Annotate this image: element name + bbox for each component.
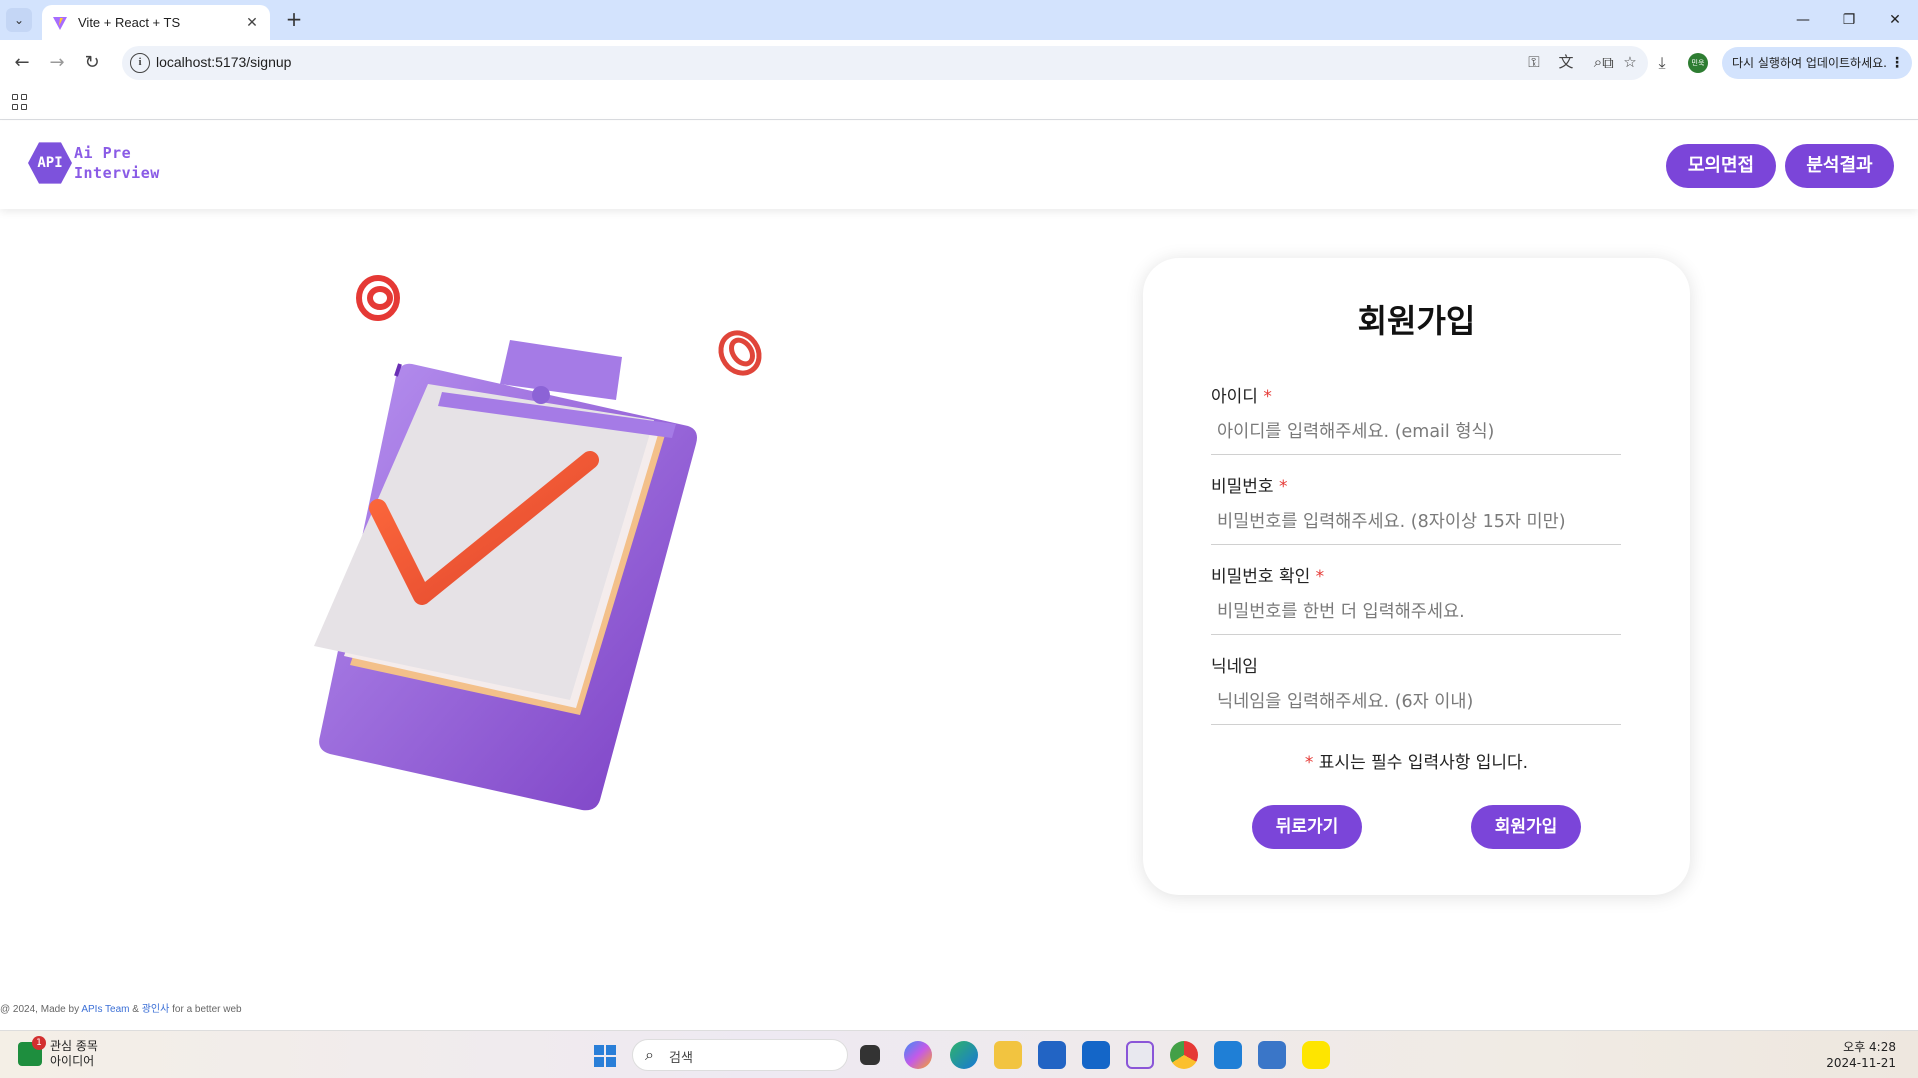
search-placeholder: 검색 xyxy=(669,1051,693,1066)
password-field: 비밀번호 * xyxy=(1211,472,1621,545)
password-key-icon[interactable]: ⚿ xyxy=(1524,52,1544,72)
footer-author-link[interactable]: 광인사 xyxy=(142,1004,170,1015)
nickname-input[interactable] xyxy=(1211,679,1621,725)
clock-time: 오후 4:28 xyxy=(1843,1040,1896,1054)
notification-badge: 1 xyxy=(32,1036,46,1050)
store-icon[interactable] xyxy=(1038,1041,1066,1069)
copilot-icon[interactable] xyxy=(904,1041,932,1069)
footer-amp: & xyxy=(129,1004,142,1015)
back-arrow-icon[interactable]: ← xyxy=(10,51,34,75)
red-spiral-right xyxy=(718,330,762,376)
widget-text: 관심 종목 아이디어 xyxy=(50,1039,98,1069)
logo-line2: Interview xyxy=(74,164,160,182)
extensions-icon[interactable]: ⧉ xyxy=(1596,51,1620,75)
password-confirm-label: 비밀번호 확인 * xyxy=(1211,562,1621,587)
translate-icon[interactable]: 文 xyxy=(1556,52,1576,72)
required-mark: * xyxy=(1278,477,1288,497)
id-input[interactable] xyxy=(1211,409,1621,455)
window-controls: — ❐ ✕ xyxy=(1780,0,1918,40)
signup-title: 회원가입 xyxy=(1357,302,1476,340)
app-header: API Ai Pre Interview 모의면접 분석결과 xyxy=(0,121,1918,209)
bookmarks-bar xyxy=(0,86,1918,120)
kakaotalk-icon[interactable] xyxy=(1302,1041,1330,1069)
file-explorer-icon[interactable] xyxy=(994,1041,1022,1069)
menu-kebab-icon[interactable]: ⋮ xyxy=(1890,47,1904,79)
bookmark-star-icon[interactable]: ☆ xyxy=(1620,52,1640,72)
vite-favicon-icon xyxy=(53,16,67,30)
notice-text: 표시는 필수 입력사항 입니다. xyxy=(1313,753,1529,773)
required-mark: * xyxy=(1315,567,1325,587)
address-url[interactable]: localhost:5173/signup xyxy=(156,54,291,70)
windows-taskbar: 1 관심 종목 아이디어 ⌕ 검색 오후 4:28 2024-11-21 xyxy=(0,1030,1918,1078)
signup-submit-button[interactable]: 회원가입 xyxy=(1471,805,1581,849)
search-icon: ⌕ xyxy=(645,1045,654,1064)
password-confirm-label-text: 비밀번호 확인 xyxy=(1211,567,1311,587)
logo-line1: Ai Pre xyxy=(74,144,132,162)
stock-chart-icon: 1 xyxy=(18,1036,46,1066)
widget-subtitle: 아이디어 xyxy=(50,1054,95,1068)
outlook-icon[interactable] xyxy=(1082,1041,1110,1069)
notepad-icon[interactable] xyxy=(1258,1041,1286,1069)
forward-arrow-icon[interactable]: → xyxy=(45,51,69,75)
clipboard-checkmark-illustration xyxy=(314,275,762,811)
omnibox-actions: ⚿ 文 ⌕ ☆ xyxy=(1524,52,1640,72)
site-logo[interactable]: API Ai Pre Interview xyxy=(28,141,160,185)
new-tab-icon[interactable]: + xyxy=(282,8,306,32)
required-notice: * 표시는 필수 입력사항 입니다. xyxy=(1143,748,1690,773)
tab-title: Vite + React + TS xyxy=(78,15,181,30)
id-label: 아이디 * xyxy=(1211,382,1621,407)
task-view-icon[interactable] xyxy=(860,1045,880,1065)
browser-toolbar: ← → ↻ i localhost:5173/signup ⚿ 文 ⌕ ☆ ⧉ … xyxy=(0,40,1918,86)
nickname-field: 닉네임 xyxy=(1211,652,1621,725)
logo-hexagon-icon: API xyxy=(28,142,72,184)
widget-title: 관심 종목 xyxy=(50,1039,98,1053)
nickname-label-text: 닉네임 xyxy=(1211,657,1258,677)
password-confirm-input[interactable] xyxy=(1211,589,1621,635)
vscode-icon[interactable] xyxy=(1214,1041,1242,1069)
snipping-tool-icon[interactable] xyxy=(1126,1041,1154,1069)
back-button[interactable]: 뒤로가기 xyxy=(1252,805,1362,849)
browser-tab[interactable]: Vite + React + TS ✕ xyxy=(42,5,270,40)
footer-prefix: @ 2024, Made by xyxy=(0,1004,82,1015)
profile-avatar[interactable]: 민욱 xyxy=(1688,53,1708,73)
clock-date: 2024-11-21 xyxy=(1826,1056,1896,1070)
system-clock[interactable]: 오후 4:28 2024-11-21 xyxy=(1826,1039,1896,1071)
update-label: 다시 실행하여 업데이트하세요. xyxy=(1732,56,1887,70)
required-mark: * xyxy=(1263,387,1272,407)
password-confirm-field: 비밀번호 확인 * xyxy=(1211,562,1621,635)
id-label-text: 아이디 xyxy=(1211,387,1258,407)
nav-analysis-result-button[interactable]: 분석결과 xyxy=(1785,144,1894,188)
tab-close-icon[interactable]: ✕ xyxy=(244,15,260,31)
restore-icon[interactable]: ❐ xyxy=(1826,0,1872,40)
address-bar[interactable]: i localhost:5173/signup ⚿ 文 ⌕ ☆ xyxy=(122,46,1648,80)
stock-widget[interactable]: 1 관심 종목 아이디어 xyxy=(18,1036,98,1069)
signup-card: 회원가입 아이디 * 비밀번호 * 비밀번호 확인 * 닉네임 * 표시는 필수… xyxy=(1143,258,1690,895)
nickname-label: 닉네임 xyxy=(1211,652,1621,677)
reload-icon[interactable]: ↻ xyxy=(80,51,104,75)
password-label: 비밀번호 * xyxy=(1211,472,1621,497)
site-info-icon[interactable]: i xyxy=(130,53,150,73)
close-window-icon[interactable]: ✕ xyxy=(1872,0,1918,40)
footer-team-link[interactable]: APIs Team xyxy=(81,1004,129,1015)
password-input[interactable] xyxy=(1211,499,1621,545)
download-icon[interactable]: ⤓ xyxy=(1650,51,1674,75)
apps-grid-icon[interactable] xyxy=(12,94,28,110)
logo-wordmark: Ai Pre Interview xyxy=(74,143,160,183)
page-footer: @ 2024, Made by APIs Team & 광인사 for a be… xyxy=(0,1000,242,1015)
windows-start-icon[interactable] xyxy=(594,1045,616,1067)
footer-suffix: for a better web xyxy=(169,1004,242,1015)
tab-search-chevron-icon[interactable]: ⌄ xyxy=(6,8,32,32)
password-label-text: 비밀번호 xyxy=(1211,477,1274,497)
update-button[interactable]: 다시 실행하여 업데이트하세요. ⋮ xyxy=(1722,47,1912,79)
id-field: 아이디 * xyxy=(1211,382,1621,455)
edge-icon[interactable] xyxy=(950,1041,978,1069)
taskbar-search[interactable]: ⌕ 검색 xyxy=(632,1039,848,1071)
nav-mock-interview-button[interactable]: 모의면접 xyxy=(1666,144,1776,188)
chrome-icon[interactable] xyxy=(1170,1041,1198,1069)
browser-tab-bar: ⌄ Vite + React + TS ✕ + — ❐ ✕ xyxy=(0,0,1918,40)
minimize-icon[interactable]: — xyxy=(1780,0,1826,40)
red-spiral-left xyxy=(356,275,400,321)
